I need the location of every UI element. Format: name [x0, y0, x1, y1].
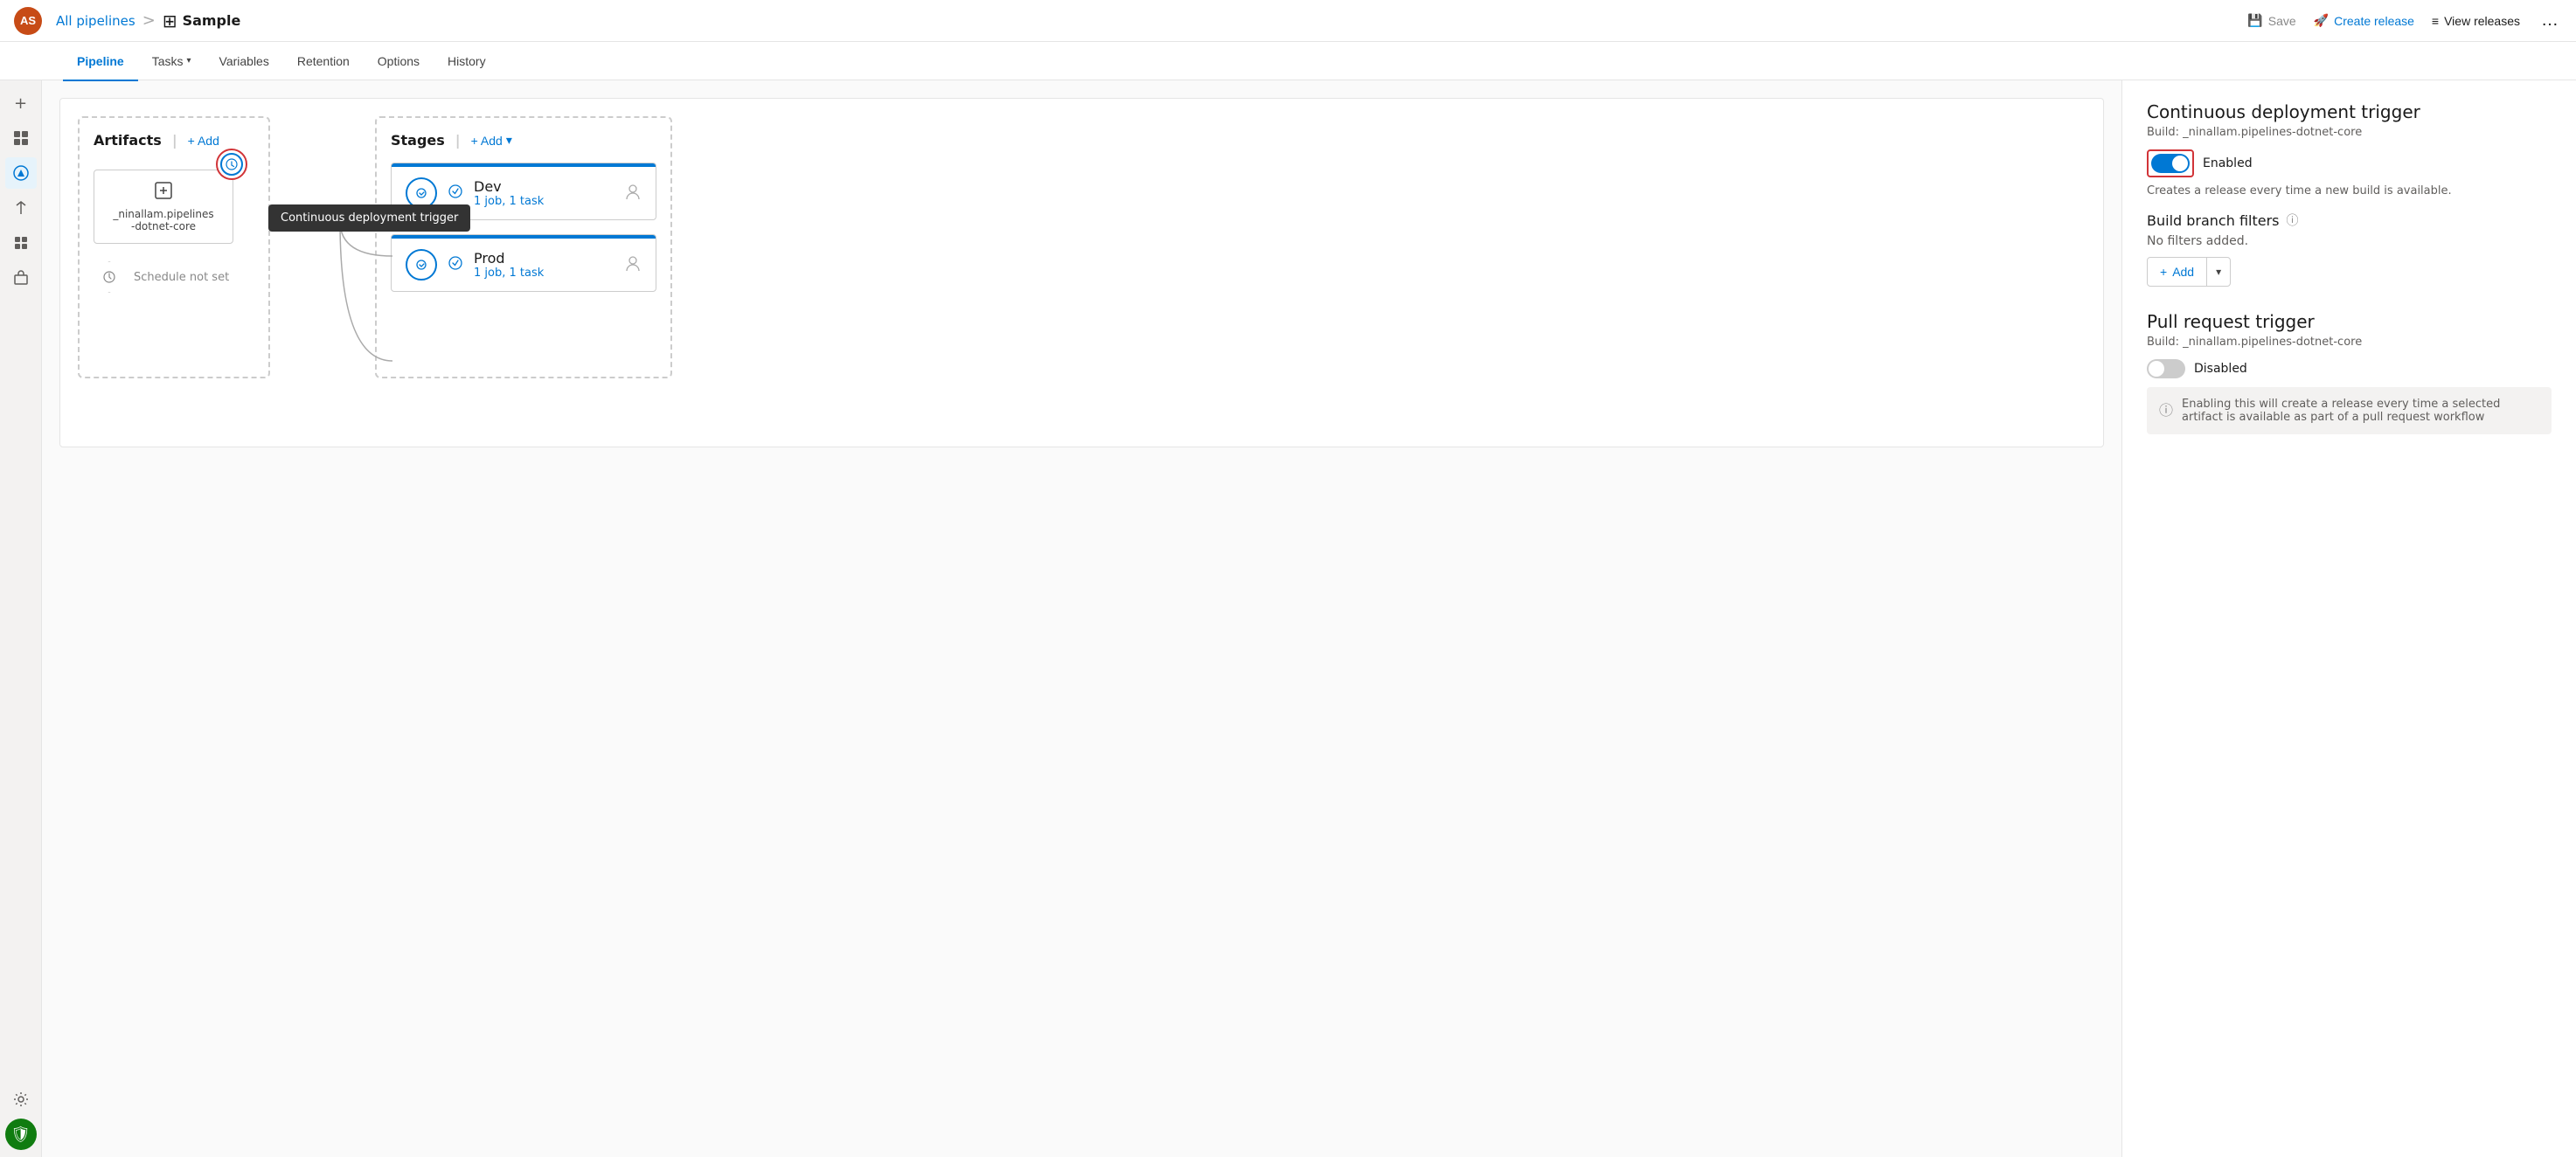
artifacts-section: Artifacts | + Add _ninallam.pipelines-do… [78, 116, 270, 378]
all-pipelines-link[interactable]: All pipelines [56, 13, 135, 29]
cd-trigger-subtitle: Build: _ninallam.pipelines-dotnet-core [2147, 126, 2552, 139]
pipeline-title: ⊞ Sample [163, 10, 241, 31]
tab-pipeline[interactable]: Pipeline [63, 43, 138, 81]
artifacts-header: Artifacts | + Add [94, 132, 254, 149]
sidebar-icon-security[interactable]: 🛡 [5, 1119, 37, 1150]
pr-description: Enabling this will create a release ever… [2182, 398, 2539, 424]
schedule-icon [94, 261, 125, 293]
trigger-badge-inner [220, 153, 243, 176]
stage-details-prod: 1 job, 1 task [474, 267, 614, 280]
pr-toggle-label: Disabled [2194, 362, 2247, 376]
more-options-button[interactable]: … [2538, 10, 2562, 31]
cd-toggle-label: Enabled [2203, 156, 2253, 170]
stage-info-dev: Dev 1 job, 1 task [474, 178, 614, 208]
pipeline-container: Artifacts | + Add _ninallam.pipelines-do… [59, 98, 2104, 447]
list-icon: ≡ [2432, 14, 2439, 28]
cd-trigger-badge[interactable] [216, 149, 247, 180]
sidebar-icon-pipelines[interactable] [5, 192, 37, 224]
artifacts-add-button[interactable]: + Add [188, 134, 219, 148]
cd-toggle-thumb [2172, 156, 2188, 171]
add-filter-button[interactable]: + Add [2148, 260, 2206, 284]
save-button[interactable]: 💾 Save [2247, 13, 2295, 28]
cd-trigger-title: Continuous deployment trigger [2147, 101, 2552, 122]
add-filter-plus-icon: + [2160, 265, 2167, 279]
tab-variables[interactable]: Variables [205, 43, 283, 81]
avatar-button[interactable]: AS [14, 7, 42, 35]
sidebar-icon-settings[interactable] [5, 1084, 37, 1115]
schedule-label: Schedule not set [134, 271, 229, 284]
pr-trigger-title: Pull request trigger [2147, 311, 2552, 332]
cd-trigger-section: Continuous deployment trigger Build: _ni… [2147, 101, 2552, 287]
sidebar-icon-boards[interactable] [5, 157, 37, 189]
pr-info-icon: ⓘ [2159, 398, 2173, 419]
topbar: AS All pipelines > ⊞ Sample 💾 Save 🚀 Cre… [0, 0, 2576, 42]
artifact-name: _ninallam.pipelines-dotnet-core [113, 208, 213, 232]
stage-card-prod-body: Prod 1 job, 1 task [392, 239, 656, 291]
breadcrumb: All pipelines > ⊞ Sample [56, 10, 2247, 31]
add-filter-dropdown-button[interactable]: ▾ [2207, 260, 2230, 283]
stage-name-dev: Dev [474, 178, 614, 195]
artifact-card-wrapper: _ninallam.pipelines-dotnet-core Continuo… [94, 163, 233, 244]
cd-description: Creates a release every time a new build… [2147, 184, 2552, 197]
stage-pre-deploy-icon-prod[interactable] [406, 249, 437, 281]
stage-person-prod[interactable] [624, 254, 642, 276]
pipeline-layout: Artifacts | + Add _ninallam.pipelines-do… [78, 116, 2086, 378]
stage-icon-dev [448, 184, 463, 204]
sidebar-icon-dashboard[interactable] [5, 122, 37, 154]
stage-person-dev[interactable] [624, 183, 642, 204]
artifact-card: _ninallam.pipelines-dotnet-core [94, 170, 233, 244]
main-layout: + 🛡 Artifacts | [0, 80, 2576, 1157]
stages-add-dropdown-arrow: ▾ [506, 133, 512, 148]
add-filter-group: + Add ▾ [2147, 257, 2231, 287]
stage-details-dev: 1 job, 1 task [474, 195, 614, 208]
sidebar-icon-plus[interactable]: + [5, 87, 37, 119]
pipeline-icon: ⊞ [163, 10, 177, 31]
sidebar-icon-test[interactable] [5, 227, 37, 259]
stages-header: Stages | + Add ▾ [391, 132, 656, 149]
tab-tasks[interactable]: Tasks ▾ [138, 43, 205, 81]
stage-icon-prod [448, 255, 463, 275]
rocket-icon: 🚀 [2314, 13, 2329, 28]
breadcrumb-separator: > [142, 11, 156, 30]
stages-add-group: + Add ▾ [471, 133, 512, 148]
stage-info-prod: Prod 1 job, 1 task [474, 250, 614, 280]
sidebar-icon-artifacts[interactable] [5, 262, 37, 294]
pr-toggle-thumb [2149, 361, 2164, 377]
cd-toggle[interactable] [2151, 154, 2190, 173]
create-release-button[interactable]: 🚀 Create release [2314, 13, 2414, 28]
tasks-dropdown-arrow: ▾ [186, 56, 191, 66]
build-branch-info-icon[interactable]: ⓘ [2287, 211, 2299, 229]
canvas-area: Artifacts | + Add _ninallam.pipelines-do… [42, 80, 2121, 1157]
tab-history[interactable]: History [434, 43, 500, 81]
no-filters-label: No filters added. [2147, 234, 2552, 248]
pr-info-box: ⓘ Enabling this will create a release ev… [2147, 387, 2552, 434]
build-branch-filters-title: Build branch filters ⓘ [2147, 211, 2552, 229]
topbar-actions: 💾 Save 🚀 Create release ≡ View releases … [2247, 10, 2562, 31]
save-icon: 💾 [2247, 13, 2262, 28]
trigger-tooltip: Continuous deployment trigger [268, 204, 470, 232]
right-panel: Continuous deployment trigger Build: _ni… [2121, 80, 2576, 1157]
pr-trigger-subtitle: Build: _ninallam.pipelines-dotnet-core [2147, 336, 2552, 349]
schedule-card: Schedule not set [94, 261, 254, 293]
stage-card-prod: Prod 1 job, 1 task [391, 234, 656, 292]
sidebar: + 🛡 [0, 80, 42, 1157]
tab-retention[interactable]: Retention [283, 43, 364, 81]
pr-trigger-section: Pull request trigger Build: _ninallam.pi… [2147, 311, 2552, 434]
cd-toggle-container [2147, 149, 2194, 177]
view-releases-button[interactable]: ≡ View releases [2432, 14, 2520, 28]
cd-toggle-row: Enabled [2147, 149, 2552, 177]
pr-toggle-row: Disabled [2147, 359, 2552, 378]
stages-add-button[interactable]: + Add ▾ [471, 133, 512, 148]
stage-name-prod: Prod [474, 250, 614, 267]
pr-toggle[interactable] [2147, 359, 2185, 378]
stages-section: Stages | + Add ▾ [375, 116, 672, 378]
tab-options[interactable]: Options [364, 43, 434, 81]
nav-tabs: Pipeline Tasks ▾ Variables Retention Opt… [0, 42, 2576, 80]
artifact-type-icon [154, 181, 173, 204]
